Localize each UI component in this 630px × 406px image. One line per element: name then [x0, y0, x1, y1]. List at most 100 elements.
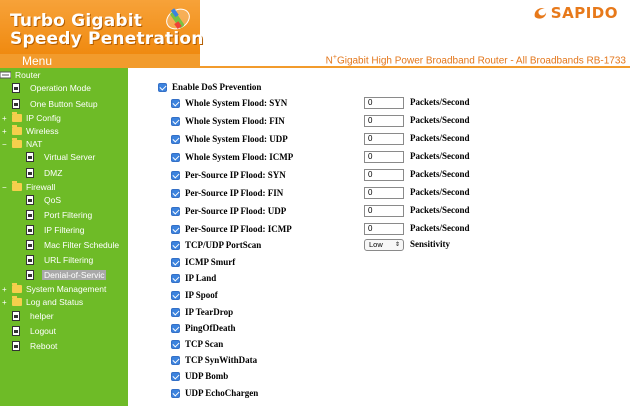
sidebar-item-qos[interactable]: QoS	[26, 195, 61, 205]
sidebar: Router Operation Mode One Button Setup +…	[0, 68, 128, 406]
sidebar-item-dmz[interactable]: DMZ	[26, 168, 62, 178]
option-checkbox[interactable]	[171, 371, 180, 381]
flood-checkbox[interactable]	[171, 170, 180, 180]
page-icon	[26, 240, 34, 250]
page-icon	[26, 270, 34, 280]
brand-banner: Turbo Gigabit Speedy Penetration	[0, 0, 203, 54]
sidebar-item-reboot[interactable]: Reboot	[12, 341, 57, 351]
flood-checkbox[interactable]	[171, 116, 180, 126]
sidebar-item-label: Logout	[30, 326, 56, 336]
flood-rate-input[interactable]: 0	[364, 133, 404, 145]
sidebar-item-denial-of-service[interactable]: Denial-of-Servic	[26, 270, 107, 280]
header: Turbo Gigabit Speedy Penetration Menu SA…	[0, 0, 630, 68]
portscan-checkbox[interactable]	[171, 240, 180, 250]
option-label: PingOfDeath	[185, 323, 236, 333]
sidebar-item-one-button-setup[interactable]: One Button Setup	[12, 99, 98, 109]
folder-icon	[12, 283, 22, 293]
page-icon	[12, 311, 20, 321]
sidebar-item-label: Port Filtering	[44, 210, 93, 220]
folder-open-icon	[12, 181, 22, 191]
option-label: IP Spoof	[185, 290, 218, 300]
sidebar-item-logout[interactable]: Logout	[12, 326, 56, 336]
flood-checkbox[interactable]	[171, 98, 180, 108]
sapido-logo-text: SAPIDO	[550, 4, 618, 22]
option-checkbox[interactable]	[171, 388, 180, 398]
option-label: TCP SynWithData	[185, 355, 258, 365]
option-label: ICMP Smurf	[185, 257, 236, 267]
flood-checkbox[interactable]	[171, 152, 180, 162]
flood-row: Whole System Flood: ICMP	[171, 150, 293, 164]
sidebar-item-router[interactable]: Router	[0, 70, 41, 80]
enable-dos-checkbox[interactable]	[158, 82, 167, 92]
sidebar-item-wireless[interactable]: + Wireless	[2, 125, 59, 136]
menu-label: Menu	[22, 54, 53, 68]
sidebar-item-virtual-server[interactable]: Virtual Server	[26, 152, 95, 162]
sidebar-item-operation-mode[interactable]: Operation Mode	[12, 83, 91, 93]
option-checkbox[interactable]	[171, 307, 180, 317]
flood-label: Per-Source IP Flood: UDP	[185, 206, 287, 216]
page-icon	[26, 255, 34, 265]
sidebar-item-label: Virtual Server	[44, 152, 96, 162]
flood-unit: Packets/Second	[410, 151, 470, 161]
page-icon	[12, 326, 20, 336]
flood-row: Per-Source IP Flood: ICMP	[171, 222, 292, 236]
sidebar-item-url-filtering[interactable]: URL Filtering	[26, 255, 93, 265]
sidebar-item-helper[interactable]: helper	[12, 311, 54, 321]
option-label: UDP Bomb	[185, 371, 229, 381]
sidebar-item-ip-filtering[interactable]: IP Filtering	[26, 225, 84, 235]
sensitivity-select[interactable]: Low ⇕	[364, 239, 404, 251]
option-label: IP TearDrop	[185, 307, 234, 317]
sidebar-item-firewall[interactable]: − Firewall	[2, 181, 56, 192]
sidebar-item-label: Reboot	[30, 341, 58, 351]
sidebar-item-system-management[interactable]: + System Management	[2, 283, 106, 294]
sidebar-item-label: DMZ	[44, 168, 63, 178]
flood-rate-input[interactable]: 0	[364, 223, 404, 235]
flood-checkbox[interactable]	[171, 188, 180, 198]
option-checkbox[interactable]	[171, 355, 180, 365]
flood-unit: Packets/Second	[410, 97, 470, 107]
flood-unit: Packets/Second	[410, 169, 470, 179]
sidebar-item-nat[interactable]: − NAT	[2, 138, 42, 149]
sidebar-item-label: Firewall	[26, 182, 56, 192]
expand-icon: +	[2, 284, 7, 294]
tagline-prefix: N	[325, 55, 333, 67]
router-icon	[0, 71, 11, 79]
flood-checkbox[interactable]	[171, 134, 180, 144]
folder-icon	[12, 296, 22, 306]
enable-dos-row: Enable DoS Prevention	[158, 80, 261, 94]
folder-icon	[12, 125, 22, 135]
sensitivity-value: Low	[369, 240, 383, 249]
option-checkbox[interactable]	[171, 290, 180, 300]
flood-row: Whole System Flood: FIN	[171, 114, 285, 128]
flood-row: Per-Source IP Flood: UDP	[171, 204, 286, 218]
flood-rate-input[interactable]: 0	[364, 205, 404, 217]
flood-checkbox[interactable]	[171, 224, 180, 234]
brand-title-line1: Turbo Gigabit	[10, 11, 143, 31]
flood-rate-input[interactable]: 0	[364, 169, 404, 181]
option-checkbox[interactable]	[171, 323, 180, 333]
option-checkbox[interactable]	[171, 339, 180, 349]
folder-icon	[12, 112, 22, 122]
flood-checkbox[interactable]	[171, 206, 180, 216]
option-row: TCP Scan	[171, 337, 223, 351]
flood-rate-input[interactable]: 0	[364, 115, 404, 127]
sidebar-item-log-and-status[interactable]: + Log and Status	[2, 296, 83, 307]
brush-logo-icon	[166, 8, 190, 30]
page-icon	[26, 225, 34, 235]
option-checkbox[interactable]	[171, 257, 180, 267]
product-tagline: N+Gigabit High Power Broadband Router - …	[326, 54, 626, 66]
option-row: ICMP Smurf	[171, 255, 235, 269]
sidebar-item-ip-config[interactable]: + IP Config	[2, 112, 61, 123]
flood-rate-input[interactable]: 0	[364, 97, 404, 109]
option-checkbox[interactable]	[171, 273, 180, 283]
folder-open-icon	[12, 138, 22, 148]
flood-rate-input[interactable]: 0	[364, 151, 404, 163]
flood-unit: Packets/Second	[410, 115, 470, 125]
page-icon	[26, 210, 34, 220]
sidebar-item-port-filtering[interactable]: Port Filtering	[26, 210, 92, 220]
flood-row: Per-Source IP Flood: FIN	[171, 186, 283, 200]
flood-rate-input[interactable]: 0	[364, 187, 404, 199]
flood-row: Whole System Flood: SYN	[171, 96, 287, 110]
sidebar-item-mac-filter-schedule[interactable]: Mac Filter Schedule	[26, 240, 119, 250]
sidebar-item-label: QoS	[44, 195, 62, 205]
